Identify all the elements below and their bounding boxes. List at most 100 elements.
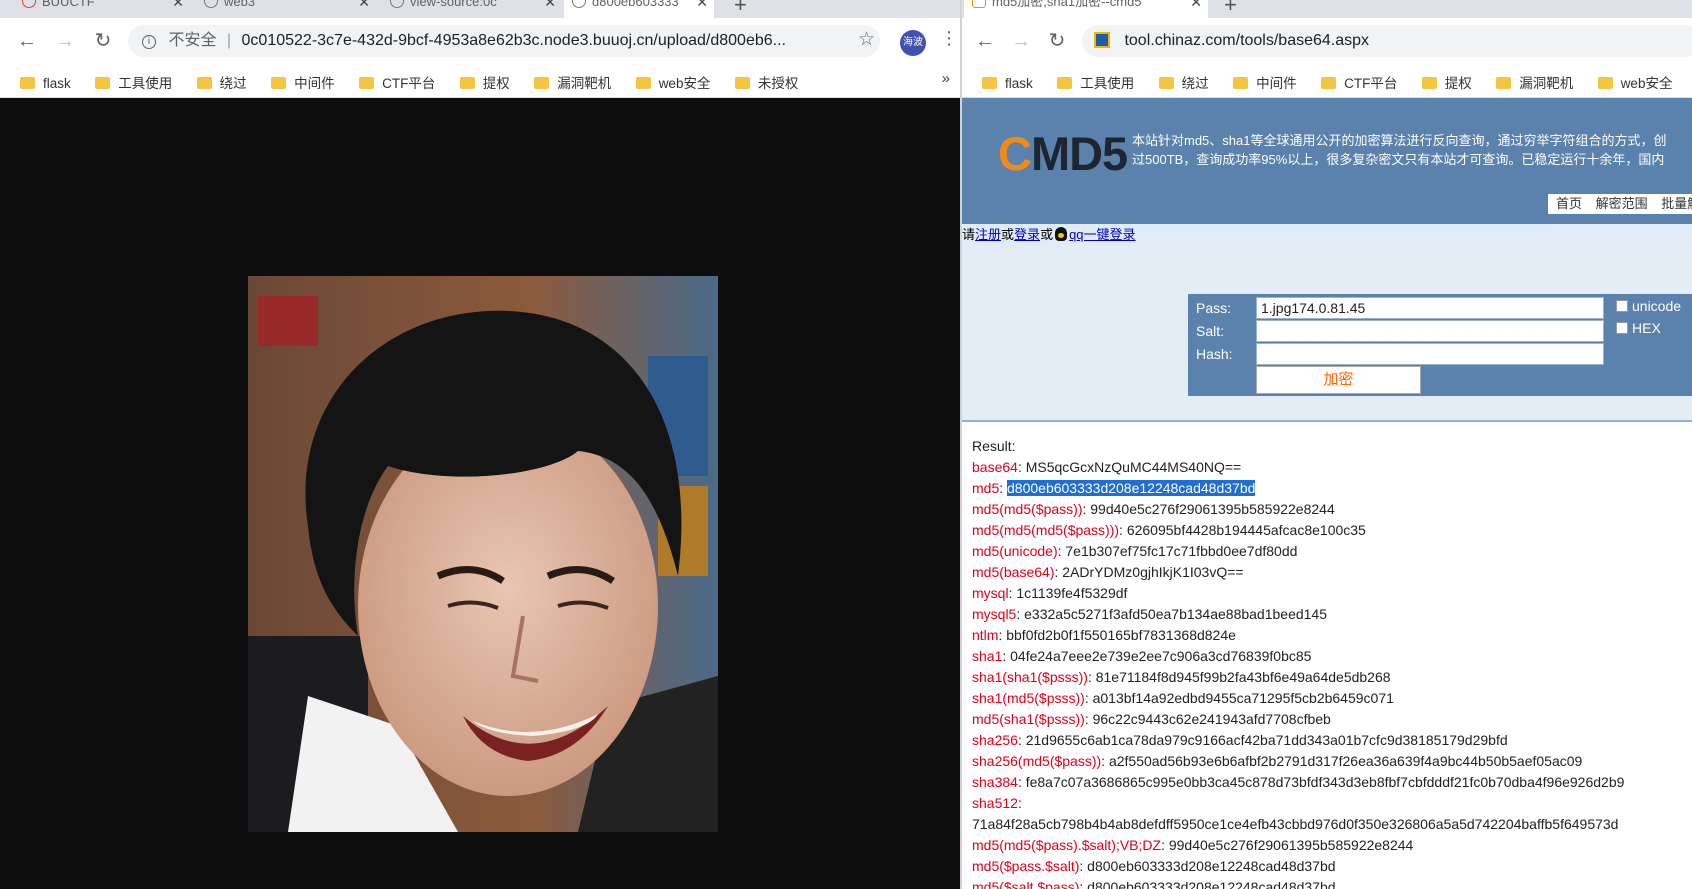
- close-icon[interactable]: ✕: [696, 0, 708, 12]
- tab-strip: md5加密,sha1加密--cmd5 ✕ +: [962, 0, 1692, 18]
- result-value[interactable]: bbf0fd2b0f1f550165bf7831368d824e: [1006, 627, 1236, 643]
- description-line-2: 过500TB，查询成功率95%以上，很多复杂密文只有本站才可查询。已稳定运行十余…: [1132, 152, 1665, 167]
- unicode-checkbox[interactable]: unicode: [1616, 298, 1681, 314]
- forward-arrow-icon[interactable]: →: [52, 28, 78, 54]
- reload-icon[interactable]: ↻: [1044, 28, 1070, 54]
- hex-checkbox[interactable]: HEX: [1616, 320, 1661, 336]
- result-value[interactable]: d800eb603333d208e12248cad48d37bd: [1087, 858, 1335, 874]
- menu-kebab-icon[interactable]: ⋮: [940, 28, 958, 49]
- checkbox-icon[interactable]: [1616, 300, 1628, 312]
- encrypt-form: Pass: 1.jpg174.0.81.45 unicode Salt: HEX…: [1188, 294, 1692, 396]
- result-row: sha256(md5($pass)): a2f550ad56b93e6b6afb…: [972, 751, 1692, 772]
- bookmark-vulnlab[interactable]: 漏洞靶机: [1496, 72, 1573, 92]
- result-value[interactable]: e332a5c5271f3afd50ea7b134ae88bad1beed145: [1024, 606, 1327, 622]
- result-value[interactable]: MS5qcGcxNzQuMC44MS40NQ==: [1026, 459, 1242, 475]
- result-value[interactable]: a2f550ad56b93e6b6afbf2b2791d317f26ea36a6…: [1109, 753, 1582, 769]
- tab-buuctf[interactable]: BUUCTF ✕: [14, 0, 190, 18]
- buuctf-favicon-icon: [22, 0, 36, 8]
- checkbox-icon[interactable]: [1616, 322, 1628, 334]
- reload-icon[interactable]: ↻: [90, 28, 116, 54]
- bookmark-vulnlab[interactable]: 漏洞靶机: [534, 72, 611, 92]
- close-icon[interactable]: ✕: [172, 0, 184, 12]
- bookmark-flask[interactable]: flask: [20, 76, 71, 91]
- bookmark-privesc[interactable]: 提权: [459, 72, 510, 92]
- bookmark-tools[interactable]: 工具使用: [1057, 72, 1134, 92]
- result-value[interactable]: d800eb603333d208e12248cad48d37bd: [1087, 879, 1335, 889]
- folder-icon: [1496, 77, 1512, 89]
- result-label: sha256: [972, 732, 1018, 748]
- result-value[interactable]: 1c1139fe4f5329df: [1016, 585, 1127, 601]
- bookmark-ctf[interactable]: CTF平台: [1321, 72, 1397, 92]
- result-value[interactable]: 99d40e5c276f29061395b585922e8244: [1169, 837, 1413, 853]
- result-label: md5(base64): [972, 564, 1055, 580]
- result-value[interactable]: 71a84f28a5cb798b4b4ab8defdff5950ce1ce4ef…: [972, 816, 1618, 832]
- folder-icon: [359, 77, 375, 89]
- bookmark-bypass[interactable]: 绕过: [196, 72, 247, 92]
- new-tab-icon[interactable]: +: [1224, 0, 1237, 18]
- result-value[interactable]: 04fe24a7eee2e739e2ee7c906a3cd76839f0bc85: [1010, 648, 1311, 664]
- bookmark-bypass[interactable]: 绕过: [1158, 72, 1209, 92]
- result-value[interactable]: 7e1b307ef75fc17c71fbbd0ee7df80dd: [1065, 543, 1297, 559]
- result-colon: :: [1079, 879, 1088, 889]
- star-icon[interactable]: ☆: [858, 28, 875, 51]
- forward-arrow-icon[interactable]: →: [1008, 28, 1034, 54]
- bookmark-label: 绕过: [219, 76, 247, 91]
- qq-penguin-icon: [1055, 227, 1068, 241]
- pass-input[interactable]: 1.jpg174.0.81.45: [1256, 297, 1604, 319]
- result-value[interactable]: 2ADrYDMz0gjhIkjK1I03vQ==: [1062, 564, 1243, 580]
- tab-upload-image[interactable]: d800eb603333 ✕: [564, 0, 714, 18]
- close-icon[interactable]: ✕: [544, 0, 556, 12]
- cmd5-logo[interactable]: CMD5: [998, 126, 1128, 181]
- bookmark-privesc[interactable]: 提权: [1421, 72, 1472, 92]
- bookmark-ctf[interactable]: CTF平台: [359, 72, 435, 92]
- bookmark-tools[interactable]: 工具使用: [95, 72, 172, 92]
- close-icon[interactable]: ✕: [358, 0, 370, 12]
- menu-batch-decrypt[interactable]: 批量解密: [1661, 196, 1692, 211]
- tab-view-source[interactable]: view-source:0c ✕: [382, 0, 562, 18]
- hash-input[interactable]: [1256, 343, 1604, 365]
- menu-home[interactable]: 首页: [1556, 196, 1582, 211]
- result-value[interactable]: 626095bf4428b194445afcac8e100c35: [1127, 522, 1366, 538]
- avatar[interactable]: 海波: [900, 30, 926, 56]
- salt-input[interactable]: [1256, 320, 1604, 342]
- tab-label: md5加密,sha1加密--cmd5: [992, 0, 1142, 9]
- address-bar[interactable]: i 不安全 | 0c010522-3c7e-432d-9bcf-4953a8e6…: [128, 25, 880, 57]
- address-bar[interactable]: tool.chinaz.com/tools/base64.aspx: [1082, 25, 1692, 57]
- result-value[interactable]: 99d40e5c276f29061395b585922e8244: [1090, 501, 1334, 517]
- bookmark-websec[interactable]: web安全: [635, 72, 710, 92]
- logo-md5: MD5: [1030, 127, 1128, 180]
- folder-icon: [982, 77, 997, 89]
- register-link[interactable]: 注册: [975, 227, 1001, 242]
- bookmark-middleware[interactable]: 中间件: [1233, 72, 1297, 92]
- new-tab-icon[interactable]: +: [734, 0, 747, 18]
- result-row: mysql: 1c1139fe4f5329df: [972, 583, 1692, 604]
- bookmark-websec[interactable]: web安全: [1597, 72, 1672, 92]
- back-arrow-icon[interactable]: ←: [972, 28, 998, 54]
- chevron-right-icon[interactable]: »: [942, 70, 950, 87]
- info-icon[interactable]: i: [142, 35, 156, 49]
- bookmark-middleware[interactable]: 中间件: [271, 72, 335, 92]
- left-browser-window: BUUCTF ✕ web3 ✕ view-source:0c ✕ d800eb6…: [0, 0, 960, 889]
- tab-web3[interactable]: web3 ✕: [196, 0, 376, 18]
- close-icon[interactable]: ✕: [1190, 0, 1202, 12]
- result-value[interactable]: a013bf14a92edbd9455ca71295f5cb2b6459c071: [1093, 690, 1394, 706]
- result-value[interactable]: 21d9655c6ab1ca78da979c9166acf42ba71dd343…: [1026, 732, 1508, 748]
- description-line-1: 本站针对md5、sha1等全球通用公开的加密算法进行反向查询，通过穷举字符组合的…: [1132, 133, 1667, 148]
- encrypt-button[interactable]: 加密: [1256, 366, 1421, 394]
- globe-icon: [390, 0, 404, 8]
- result-value[interactable]: 81e71184f8d945f99b2fa43bf6e49a64de5db268: [1096, 669, 1391, 685]
- result-value[interactable]: d800eb603333d208e12248cad48d37bd: [1007, 480, 1256, 496]
- bookmark-unauth[interactable]: 未授权: [734, 72, 798, 92]
- result-row: sha384: fe8a7c07a3686865c995e0bb3ca45c87…: [972, 772, 1692, 793]
- result-value[interactable]: fe8a7c07a3686865c995e0bb3ca45c878d73bfdf…: [1026, 774, 1625, 790]
- encrypt-form-area: Pass: 1.jpg174.0.81.45 unicode Salt: HEX…: [962, 246, 1692, 420]
- qq-login-link[interactable]: qq一键登录: [1069, 227, 1135, 242]
- login-prefix: 请: [962, 227, 976, 242]
- result-row: md5(md5($pass).$salt);VB;DZ: 99d40e5c276…: [972, 835, 1692, 856]
- login-link[interactable]: 登录: [1014, 227, 1040, 242]
- back-arrow-icon[interactable]: ←: [14, 28, 40, 54]
- tab-cmd5[interactable]: md5加密,sha1加密--cmd5 ✕: [964, 0, 1208, 18]
- result-value[interactable]: 96c22c9443c62e241943afd7708cfbeb: [1093, 711, 1331, 727]
- menu-decrypt-range[interactable]: 解密范围: [1596, 196, 1648, 211]
- bookmark-flask[interactable]: flask: [982, 76, 1033, 91]
